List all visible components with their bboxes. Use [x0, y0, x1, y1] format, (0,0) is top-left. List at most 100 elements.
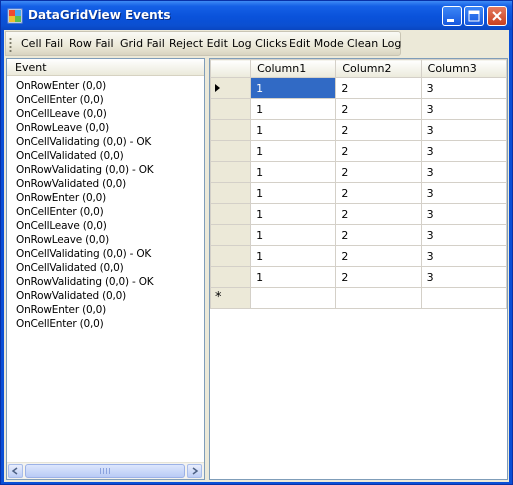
table-row[interactable]: 123: [210, 203, 507, 225]
close-icon: [492, 11, 502, 21]
grid-cell[interactable]: 2: [335, 224, 422, 246]
grid-cell[interactable]: 1: [250, 224, 337, 246]
grid-cell[interactable]: 1: [250, 98, 337, 120]
grid-cell[interactable]: 3: [420, 161, 507, 183]
event-column-header[interactable]: Event: [7, 59, 204, 76]
reject-edit-button[interactable]: Reject Edit: [169, 37, 228, 50]
scrollbar-thumb[interactable]: [25, 464, 185, 478]
toolstrip-grip-icon[interactable]: [9, 37, 12, 52]
grid-cell[interactable]: 1: [250, 245, 337, 267]
log-entry[interactable]: OnRowEnter (0,0): [16, 191, 154, 205]
new-row[interactable]: *: [210, 287, 507, 309]
table-row[interactable]: 123: [210, 224, 507, 246]
grid-cell[interactable]: 3: [420, 119, 507, 141]
edit-mode-button[interactable]: Edit Mode: [289, 37, 344, 50]
new-row-cell[interactable]: [250, 287, 337, 309]
log-entry[interactable]: OnCellEnter (0,0): [16, 317, 154, 331]
grid-cell[interactable]: 2: [335, 140, 422, 162]
log-entry[interactable]: OnCellValidated (0,0): [16, 261, 154, 275]
new-row-cell[interactable]: [335, 287, 422, 309]
log-entry[interactable]: OnRowValidated (0,0): [16, 177, 154, 191]
log-entry[interactable]: OnRowEnter (0,0): [16, 303, 154, 317]
grid-fail-button[interactable]: Grid Fail: [120, 37, 165, 50]
grid-cell[interactable]: 2: [335, 119, 422, 141]
grid-cell[interactable]: 1: [250, 77, 337, 99]
grid-cell[interactable]: 3: [420, 266, 507, 288]
grid-cell[interactable]: 2: [335, 77, 422, 99]
log-entry[interactable]: OnCellValidating (0,0) - OK: [16, 247, 154, 261]
scroll-right-button[interactable]: [187, 464, 202, 478]
table-row[interactable]: 123: [210, 266, 507, 288]
title-bar[interactable]: DataGridView Events: [1, 1, 512, 30]
grid-cell[interactable]: 1: [250, 140, 337, 162]
row-header[interactable]: [210, 119, 252, 141]
grid-cell[interactable]: 1: [250, 266, 337, 288]
log-entry[interactable]: OnRowValidating (0,0) - OK: [16, 163, 154, 177]
maximize-button[interactable]: [464, 6, 484, 26]
column-header-3[interactable]: Column3: [420, 59, 507, 78]
table-row[interactable]: 123: [210, 140, 507, 162]
log-entry[interactable]: OnCellEnter (0,0): [16, 93, 154, 107]
grid-cell[interactable]: 2: [335, 182, 422, 204]
row-header[interactable]: [210, 224, 252, 246]
row-header[interactable]: [210, 245, 252, 267]
close-button[interactable]: [487, 6, 507, 26]
grid-corner-header[interactable]: [210, 59, 252, 78]
table-row[interactable]: 123: [210, 161, 507, 183]
table-row[interactable]: 123: [210, 77, 507, 99]
grid-cell[interactable]: 1: [250, 203, 337, 225]
grid-cell[interactable]: 1: [250, 182, 337, 204]
table-row[interactable]: 123: [210, 245, 507, 267]
row-header[interactable]: [210, 182, 252, 204]
new-row-header[interactable]: *: [210, 287, 252, 309]
grid-cell[interactable]: 2: [335, 266, 422, 288]
log-entry[interactable]: OnRowEnter (0,0): [16, 79, 154, 93]
table-row[interactable]: 123: [210, 182, 507, 204]
log-entry[interactable]: OnRowLeave (0,0): [16, 233, 154, 247]
row-header[interactable]: [210, 140, 252, 162]
grid-table: Column1 Column2 Column3 1231231231231231…: [210, 59, 507, 309]
grid-cell[interactable]: 2: [335, 203, 422, 225]
log-entry[interactable]: OnCellEnter (0,0): [16, 205, 154, 219]
data-grid[interactable]: Column1 Column2 Column3 1231231231231231…: [209, 58, 508, 480]
log-entry[interactable]: OnCellLeave (0,0): [16, 107, 154, 121]
row-header[interactable]: [210, 77, 252, 99]
window-title: DataGridView Events: [28, 8, 171, 22]
log-clicks-button[interactable]: Log Clicks: [232, 37, 287, 50]
row-header[interactable]: [210, 203, 252, 225]
column-header-2[interactable]: Column2: [335, 59, 422, 78]
scroll-left-button[interactable]: [8, 464, 23, 478]
column-header-1[interactable]: Column1: [250, 59, 337, 78]
table-row[interactable]: 123: [210, 98, 507, 120]
event-log-entries: OnRowEnter (0,0) OnCellEnter (0,0) OnCellL…: [16, 79, 154, 331]
log-entry[interactable]: OnCellLeave (0,0): [16, 219, 154, 233]
new-row-cell[interactable]: [420, 287, 507, 309]
grid-cell[interactable]: 3: [420, 77, 507, 99]
grid-cell[interactable]: 3: [420, 140, 507, 162]
cell-fail-button[interactable]: Cell Fail: [21, 37, 63, 50]
grid-cell[interactable]: 2: [335, 161, 422, 183]
grid-cell[interactable]: 3: [420, 98, 507, 120]
event-log-list[interactable]: Event OnRowEnter (0,0) OnCellEnter (0,0) O…: [6, 58, 205, 480]
horizontal-scrollbar[interactable]: [7, 462, 204, 479]
log-entry[interactable]: OnCellValidating (0,0) - OK: [16, 135, 154, 149]
table-row[interactable]: 123: [210, 119, 507, 141]
row-fail-button[interactable]: Row Fail: [69, 37, 114, 50]
log-entry[interactable]: OnCellValidated (0,0): [16, 149, 154, 163]
grid-cell[interactable]: 3: [420, 203, 507, 225]
clean-log-button[interactable]: Clean Log: [347, 37, 401, 50]
grid-cell[interactable]: 2: [335, 98, 422, 120]
grid-cell[interactable]: 3: [420, 182, 507, 204]
log-entry[interactable]: OnRowValidating (0,0) - OK: [16, 275, 154, 289]
row-header[interactable]: [210, 161, 252, 183]
grid-cell[interactable]: 1: [250, 161, 337, 183]
grid-cell[interactable]: 3: [420, 224, 507, 246]
row-header[interactable]: [210, 98, 252, 120]
grid-cell[interactable]: 3: [420, 245, 507, 267]
log-entry[interactable]: OnRowLeave (0,0): [16, 121, 154, 135]
log-entry[interactable]: OnRowValidated (0,0): [16, 289, 154, 303]
grid-cell[interactable]: 1: [250, 119, 337, 141]
minimize-button[interactable]: [442, 6, 462, 26]
row-header[interactable]: [210, 266, 252, 288]
grid-cell[interactable]: 2: [335, 245, 422, 267]
